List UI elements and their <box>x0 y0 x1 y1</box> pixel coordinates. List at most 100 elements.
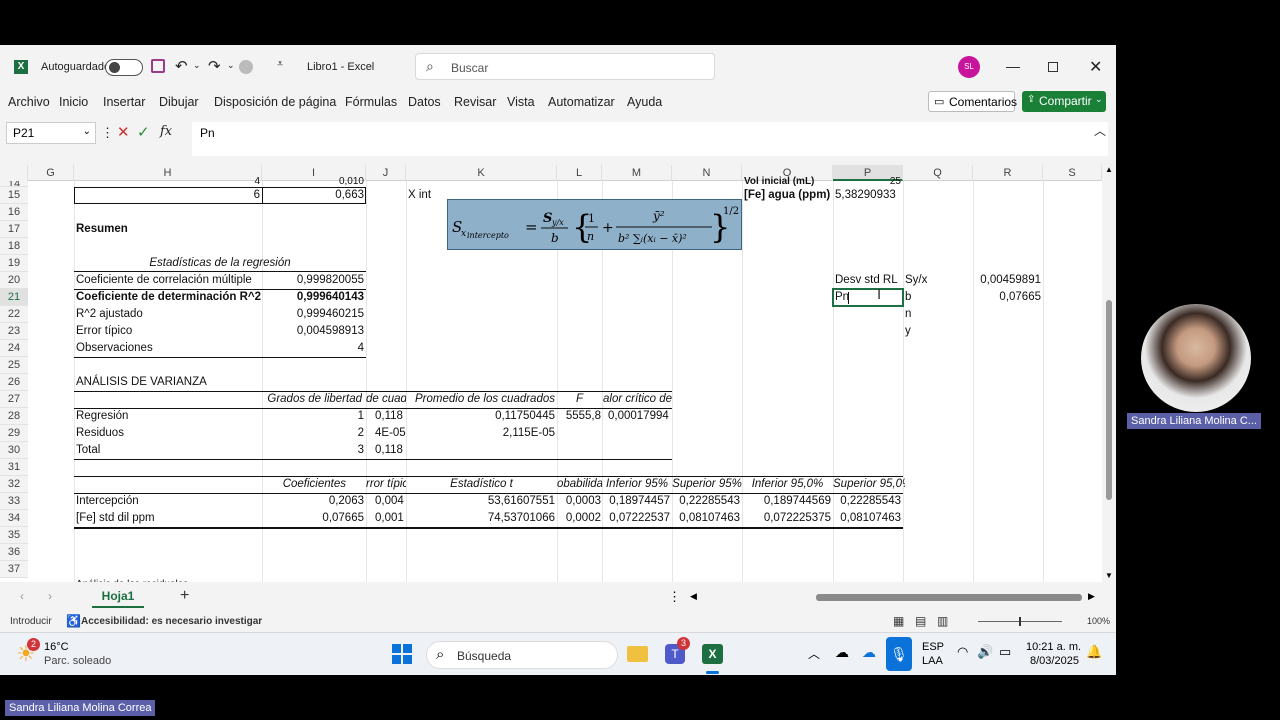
coef-value[interactable]: 0,08107463 <box>672 510 740 527</box>
coef-value[interactable]: 0,004 <box>375 493 406 510</box>
tab-dibujar[interactable]: Dibujar <box>159 95 199 109</box>
close-icon[interactable]: ✕ <box>1089 57 1102 77</box>
row-header[interactable]: 15 <box>0 187 28 204</box>
col-j[interactable]: J <box>366 165 406 181</box>
standard-deviation-formula-image[interactable]: S x intercepto = S y/x b { 1 n + ȳ² b² ∑… <box>447 199 742 250</box>
volume-icon[interactable]: 🔊 <box>977 644 993 660</box>
cell-h14[interactable]: 4 <box>200 175 260 187</box>
cell-p14[interactable]: 25 <box>833 175 901 187</box>
row-header[interactable]: 37 <box>0 561 28 578</box>
coef-header[interactable]: Inferior 95% <box>602 476 672 493</box>
cell-q21[interactable]: b <box>905 289 973 306</box>
prev-sheet-icon[interactable]: ‹ <box>20 589 24 603</box>
language-region[interactable]: LAA <box>922 655 943 667</box>
file-explorer-icon[interactable] <box>627 646 648 662</box>
coef-value[interactable]: 0,2063 <box>262 493 364 510</box>
cell-i15[interactable]: 0,663 <box>262 187 364 204</box>
anova-header[interactable]: de cuad <box>366 391 406 408</box>
start-windows-icon[interactable] <box>392 644 412 664</box>
cell-q20[interactable]: Sy/x <box>905 272 973 289</box>
tab-insertar[interactable]: Insertar <box>103 95 145 109</box>
row-header[interactable]: 23 <box>0 323 28 340</box>
language-code[interactable]: ESP <box>922 641 944 653</box>
col-k[interactable]: K <box>406 165 557 181</box>
coef-row-label[interactable]: [Fe] std dil ppm <box>76 510 256 527</box>
col-l[interactable]: L <box>557 165 602 181</box>
horizontal-scroll-thumb[interactable] <box>816 594 1082 601</box>
tray-app-icon[interactable]: ☁ <box>835 644 849 661</box>
redo-dropdown-icon[interactable]: ⌄ <box>227 60 235 71</box>
row-header[interactable]: 26 <box>0 374 28 391</box>
anova-row-label[interactable]: Total <box>76 442 256 459</box>
cell-p15[interactable]: 5,38290933 <box>835 187 903 204</box>
clock-time[interactable]: 10:21 a. m. <box>1026 641 1081 653</box>
stat-value[interactable]: 0,999640143 <box>262 289 364 306</box>
coef-value[interactable]: 0,07222537 <box>602 510 670 527</box>
autosave-toggle[interactable] <box>105 59 143 76</box>
tab-datos[interactable]: Datos <box>408 95 441 109</box>
stat-label[interactable]: Observaciones <box>76 340 262 357</box>
anova-value[interactable]: 5555,8 <box>557 408 601 425</box>
coef-header[interactable]: obabilida <box>557 476 602 493</box>
coef-header[interactable]: Inferior 95,0% <box>742 476 833 493</box>
show-hidden-icons[interactable]: ︿ <box>808 645 820 662</box>
anova-value[interactable]: 0,118 <box>375 442 406 459</box>
row-header[interactable]: 21 <box>0 289 28 306</box>
row-header[interactable]: 16 <box>0 204 28 221</box>
anova-header[interactable]: Promedio de los cuadrados <box>406 391 555 408</box>
cell-r21[interactable]: 0,07665 <box>973 289 1041 306</box>
formula-input[interactable]: Pn <box>192 122 1108 156</box>
notification-icon[interactable]: 🔔 <box>1086 644 1102 660</box>
coef-value[interactable]: 53,61607551 <box>406 493 555 510</box>
coef-value[interactable]: 74,53701066 <box>406 510 555 527</box>
user-avatar[interactable]: SL <box>958 56 980 78</box>
anova-row-label[interactable]: Residuos <box>76 425 256 442</box>
anova-value[interactable]: 4E-05 <box>375 425 406 442</box>
stat-value[interactable]: 0,999460215 <box>262 306 364 323</box>
coef-value[interactable]: 0,189744569 <box>742 493 831 510</box>
row-header[interactable]: 33 <box>0 493 28 510</box>
coef-header[interactable]: Estadístico t <box>406 476 557 493</box>
row-header[interactable]: 29 <box>0 425 28 442</box>
taskbar-search[interactable]: ⌕ Búsqueda <box>426 641 618 669</box>
select-all[interactable] <box>0 165 28 181</box>
coef-value[interactable]: 0,072225375 <box>742 510 831 527</box>
coef-header[interactable]: Superior 95,0% <box>833 476 905 493</box>
tab-ayuda[interactable]: Ayuda <box>627 95 662 109</box>
add-sheet-icon[interactable]: + <box>180 587 189 605</box>
name-box[interactable]: P21 ⌄ <box>6 122 96 144</box>
row-header[interactable]: 24 <box>0 340 28 357</box>
anova-title[interactable]: ANÁLISIS DE VARIANZA <box>76 374 266 391</box>
anova-value[interactable]: 2,115E-05 <box>406 425 555 442</box>
row-header[interactable]: 25 <box>0 357 28 374</box>
anova-value[interactable]: 1 <box>262 408 364 425</box>
col-n[interactable]: N <box>672 165 742 181</box>
enter-icon[interactable]: ✓ <box>137 123 150 141</box>
insert-function-icon[interactable]: fx <box>160 124 172 139</box>
wifi-icon[interactable]: ◠ <box>957 644 968 660</box>
collapse-formula-icon[interactable]: ︿ <box>1094 122 1106 139</box>
tab-archivo[interactable]: Archivo <box>8 95 50 109</box>
anova-header[interactable]: alor crítico de F <box>603 391 672 408</box>
row-header[interactable]: 36 <box>0 544 28 561</box>
search-box[interactable]: ⌕ Buscar <box>415 53 715 80</box>
page-layout-icon[interactable]: ▤ <box>915 614 926 628</box>
coef-value[interactable]: 0,001 <box>375 510 406 527</box>
row-header[interactable]: 27 <box>0 391 28 408</box>
coef-value[interactable]: 0,18974457 <box>602 493 670 510</box>
tab-formulas[interactable]: Fórmulas <box>345 95 397 109</box>
cell-resumen[interactable]: Resumen <box>76 221 196 238</box>
coef-header[interactable]: Coeficientes <box>262 476 346 493</box>
tab-revisar[interactable]: Revisar <box>454 95 496 109</box>
anova-value[interactable]: 3 <box>262 442 364 459</box>
row-header[interactable]: 28 <box>0 408 28 425</box>
minimize-icon[interactable]: — <box>1006 58 1020 74</box>
coef-row-label[interactable]: Intercepción <box>76 493 256 510</box>
row-header[interactable]: 20 <box>0 272 28 289</box>
coef-header[interactable]: Superior 95% <box>672 476 742 493</box>
zoom-level[interactable]: 100% <box>1087 616 1110 626</box>
row-header[interactable]: 17 <box>0 221 28 238</box>
normal-view-icon[interactable]: ▦ <box>893 614 904 628</box>
row-header[interactable]: 22 <box>0 306 28 323</box>
cell-h15[interactable]: 6 <box>76 187 260 204</box>
